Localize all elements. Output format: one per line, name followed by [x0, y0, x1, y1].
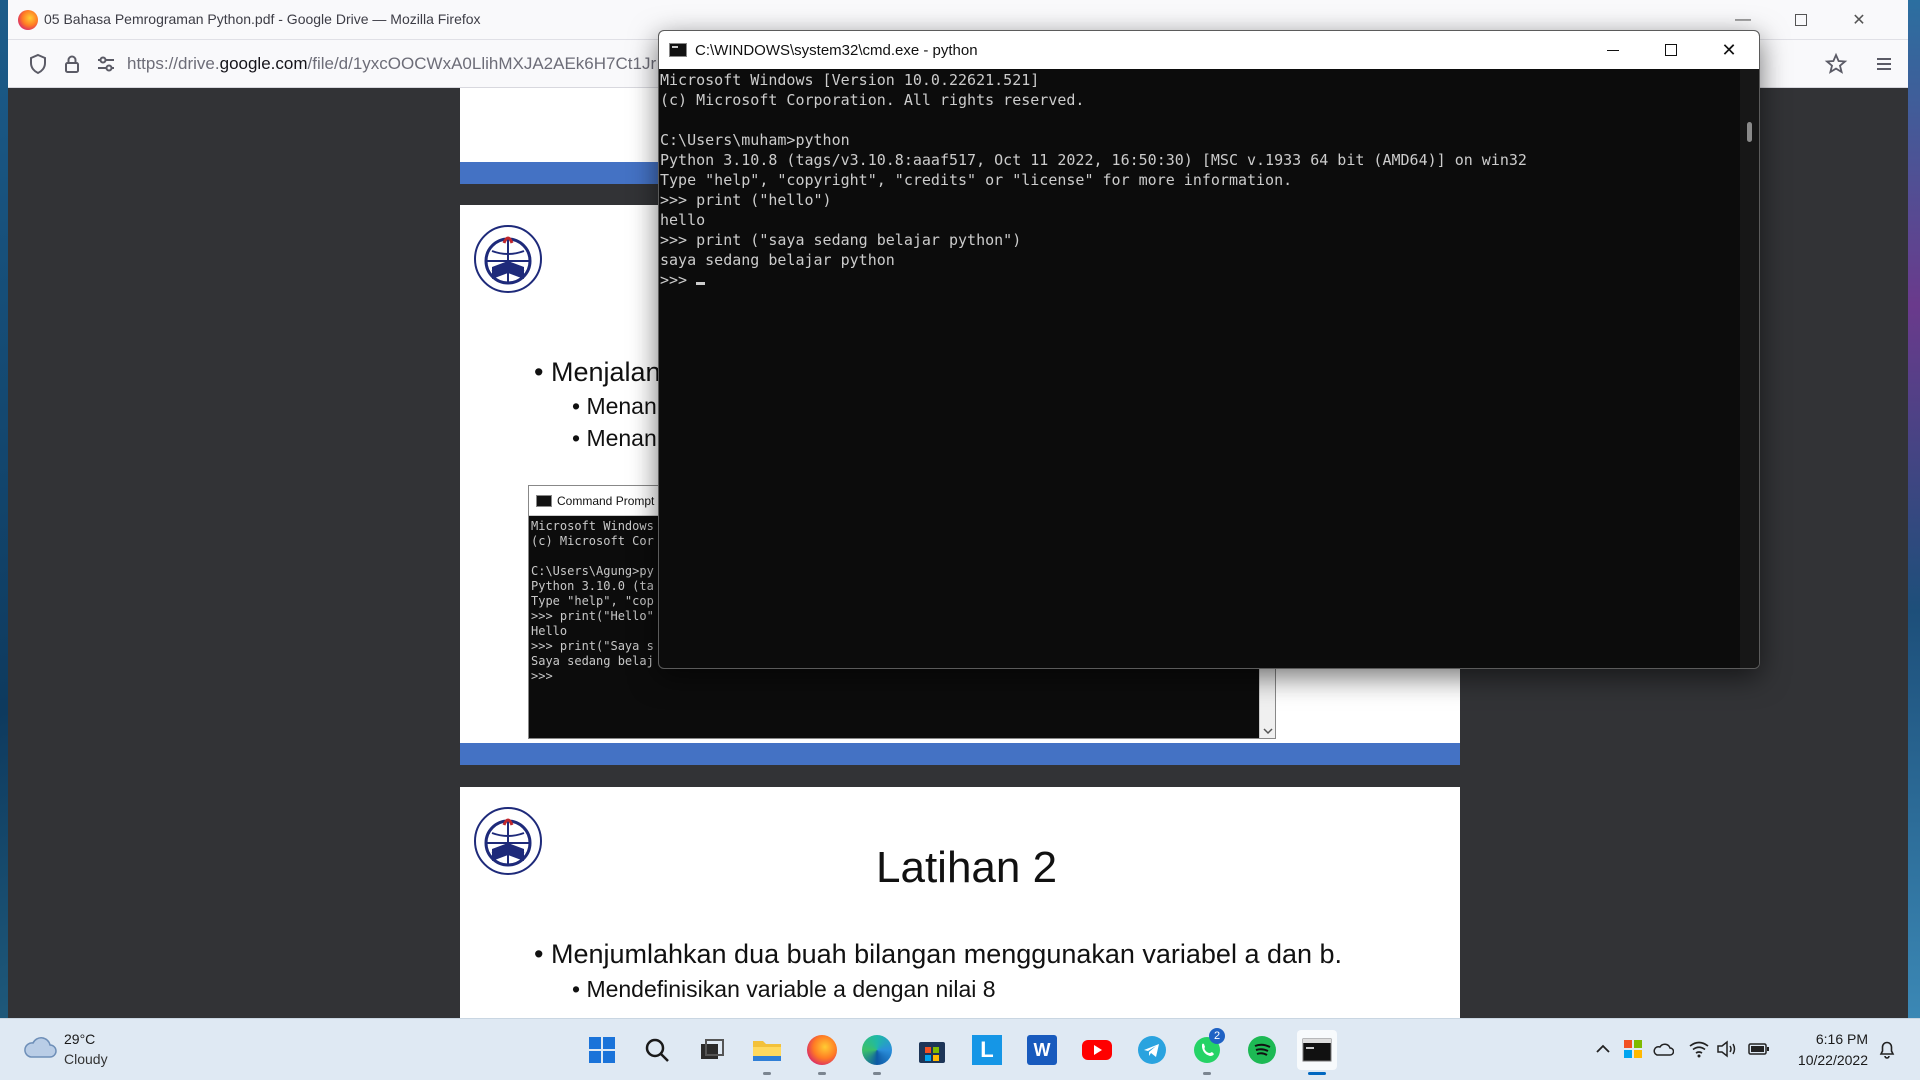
whatsapp-app[interactable]: 2: [1187, 1028, 1227, 1075]
search-button[interactable]: [637, 1030, 677, 1070]
weather-description: Cloudy: [64, 1051, 108, 1067]
word-icon: W: [1027, 1035, 1057, 1065]
cmd-scrollbar[interactable]: [1740, 69, 1759, 668]
youtube-icon: [1082, 1040, 1112, 1060]
bell-icon: [1879, 1041, 1895, 1059]
file-explorer-app[interactable]: [747, 1030, 787, 1075]
cmd-minimize-button[interactable]: [1584, 31, 1642, 69]
scroll-thumb[interactable]: [1747, 122, 1752, 142]
cmd-close-button[interactable]: ✕: [1700, 31, 1758, 69]
cmd-icon: [1302, 1038, 1332, 1062]
colorful-app-icon: [1624, 1040, 1642, 1058]
firefox-icon: [807, 1035, 837, 1065]
sub-bullet-text: • Menan: [572, 425, 657, 451]
console-prompt: >>>: [660, 271, 697, 289]
cmd-icon: [669, 43, 687, 57]
cmd-window[interactable]: C:\WINDOWS\system32\cmd.exe - python ✕ M…: [658, 30, 1760, 669]
store-icon: [919, 1042, 945, 1063]
permissions-icon[interactable]: [94, 52, 118, 76]
bullet-text: • Menjumlahkan dua buah bilangan menggun…: [534, 939, 1343, 969]
folder-icon: [753, 1041, 781, 1061]
firefox-app[interactable]: [802, 1030, 842, 1075]
edge-icon: [862, 1035, 892, 1065]
clock-time: 6:16 PM: [1815, 1031, 1868, 1047]
url-prefix: https://drive.: [127, 54, 220, 73]
notification-badge: 2: [1209, 1028, 1225, 1044]
embedded-cmd-title: Command Prompt -: [557, 494, 662, 508]
edge-app[interactable]: [857, 1030, 897, 1075]
show-hidden-icons-button[interactable]: [1592, 1038, 1614, 1060]
spotify-icon: [1248, 1036, 1276, 1064]
slide-bar: [460, 743, 1460, 765]
speaker-icon: [1717, 1040, 1736, 1058]
console-output: Microsoft Windows [Version 10.0.22621.52…: [660, 71, 1527, 269]
battery-button[interactable]: [1748, 1038, 1770, 1060]
slide-title: Latihan 2: [876, 843, 1058, 892]
app-active-indicator: [1308, 1072, 1326, 1075]
l-app-icon: L: [972, 1035, 1002, 1065]
window-title: 05 Bahasa Pemrograman Python.pdf - Googl…: [44, 11, 481, 27]
l-app[interactable]: L: [967, 1030, 1007, 1070]
battery-charging-icon: [1748, 1043, 1769, 1055]
weather-temperature: 29°C: [64, 1031, 96, 1047]
volume-button[interactable]: [1716, 1038, 1738, 1060]
minimize-icon: [1607, 49, 1619, 51]
app-running-indicator: [873, 1072, 881, 1075]
cmd-maximize-button[interactable]: [1642, 31, 1700, 69]
chevron-down-icon: [1263, 728, 1273, 735]
word-app[interactable]: W: [1022, 1030, 1062, 1070]
app-running-indicator: [818, 1072, 826, 1075]
onedrive-cloud-icon: [1653, 1043, 1674, 1056]
microsoft-store-app[interactable]: [912, 1030, 952, 1070]
maximize-icon: [1795, 14, 1807, 26]
taskbar: 29°C Cloudy L W 2 6:16 PM 10/22/2022: [0, 1018, 1920, 1080]
clock-date: 10/22/2022: [1797, 1052, 1868, 1068]
cmd-window-title: C:\WINDOWS\system32\cmd.exe - python: [695, 42, 978, 59]
start-button[interactable]: [582, 1030, 622, 1070]
cmd-icon: [536, 495, 552, 507]
shield-icon[interactable]: [26, 52, 50, 76]
wifi-button[interactable]: [1688, 1038, 1710, 1060]
slide-latihan-2: Latihan 2 • Menjumlahkan dua buah bilang…: [460, 787, 1460, 1018]
menu-icon[interactable]: [1872, 52, 1896, 76]
task-view-button[interactable]: [692, 1030, 732, 1070]
lock-icon[interactable]: [60, 52, 84, 76]
telegram-icon: [1138, 1036, 1166, 1064]
app-running-indicator: [763, 1072, 771, 1075]
url-path: /file/d/1yxcOOCWxA0LlihMXJA2AEk6H7Ct1Jr: [307, 54, 657, 73]
firefox-logo-icon: [18, 10, 38, 30]
app-running-indicator: [1203, 1072, 1211, 1075]
terminal-app[interactable]: [1297, 1030, 1337, 1075]
bullet-text: • Menjalan: [534, 357, 661, 387]
maximize-button[interactable]: [1772, 0, 1830, 40]
notifications-button[interactable]: [1876, 1038, 1898, 1060]
youtube-app[interactable]: [1077, 1030, 1117, 1070]
close-button[interactable]: ✕: [1830, 0, 1888, 40]
task-view-icon: [701, 1039, 724, 1059]
wifi-icon: [1689, 1041, 1709, 1058]
windows-logo-icon: [589, 1037, 615, 1063]
spotify-app[interactable]: [1242, 1030, 1282, 1070]
university-logo-icon: [474, 225, 542, 293]
url-domain: google.com: [219, 54, 308, 73]
telegram-app[interactable]: [1132, 1030, 1172, 1070]
sub-bullet-text: • Mendefinisikan variable a dengan nilai…: [572, 976, 996, 1002]
cloud-icon: [24, 1037, 57, 1058]
search-icon: [645, 1038, 669, 1062]
maximize-icon: [1665, 44, 1677, 56]
desktop-wallpaper: [1908, 0, 1920, 1018]
cmd-titlebar[interactable]: C:\WINDOWS\system32\cmd.exe - python ✕: [659, 31, 1759, 69]
chevron-up-icon: [1596, 1044, 1610, 1053]
bookmark-star-icon[interactable]: [1824, 52, 1848, 76]
onedrive-button[interactable]: [1652, 1038, 1674, 1060]
url-bar[interactable]: https://drive.google.com/file/d/1yxcOOCW…: [127, 54, 656, 74]
university-logo-icon: [474, 807, 542, 875]
sub-bullet-text: • Menan: [572, 393, 657, 419]
tray-app-icon[interactable]: [1622, 1038, 1644, 1060]
text-cursor: [696, 282, 706, 285]
cmd-console[interactable]: Microsoft Windows [Version 10.0.22621.52…: [659, 69, 1740, 668]
